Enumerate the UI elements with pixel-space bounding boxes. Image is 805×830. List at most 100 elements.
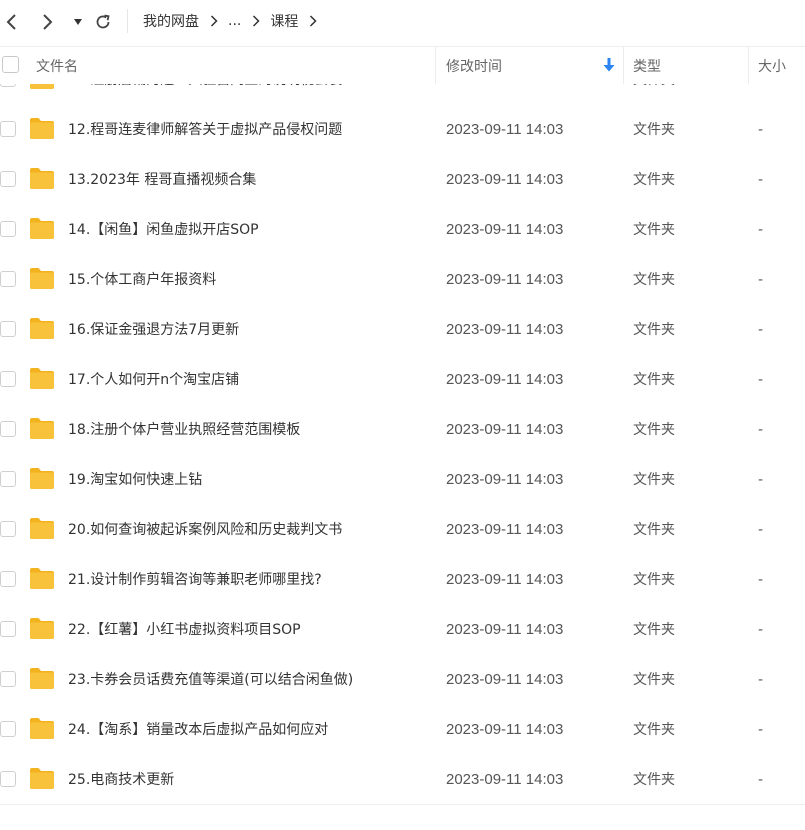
file-name[interactable]: 16.保证金强退方法7月更新 [68, 305, 239, 355]
folder-icon [30, 618, 54, 639]
file-size: - [758, 272, 764, 288]
breadcrumb-item-current[interactable]: 课程 [270, 11, 298, 31]
table-row[interactable]: 11.注册店铺为逐一入驻自闲鱼的说明视会装 2023-09-11 14:03 文件夹 [0, 84, 805, 105]
modified-time: 2023-09-11 14:03 [446, 521, 564, 538]
table-row[interactable]: 17.个人如何开n个淘宝店铺 2023-09-11 14:03 文件夹 - [0, 355, 805, 405]
row-checkbox[interactable] [0, 521, 16, 537]
breadcrumb: 我的网盘 ... 课程 [143, 11, 327, 31]
file-name[interactable]: 13.2023年 程哥直播视频合集 [68, 155, 256, 205]
sort-down-arrow-icon[interactable] [603, 58, 615, 72]
file-name[interactable]: 25.电商技术更新 [68, 755, 174, 805]
toolbar-divider [127, 9, 128, 33]
breadcrumb-item-root[interactable]: 我的网盘 [143, 11, 199, 31]
file-size: - [758, 322, 764, 338]
breadcrumb-item-ellipsis[interactable]: ... [228, 13, 241, 29]
file-name[interactable]: 17.个人如何开n个淘宝店铺 [68, 355, 239, 405]
modified-time: 2023-09-11 14:03 [446, 84, 563, 105]
folder-icon [30, 318, 54, 339]
column-header-type[interactable]: 类型 [633, 47, 661, 84]
divider [0, 804, 805, 805]
chevron-right-icon [309, 15, 317, 27]
file-size: - [758, 772, 764, 788]
row-checkbox[interactable] [0, 171, 16, 187]
file-type: 文件夹 [633, 172, 675, 188]
modified-time: 2023-09-11 14:03 [446, 771, 564, 788]
refresh-button[interactable] [92, 10, 114, 34]
column-resize-handle[interactable] [435, 47, 436, 84]
folder-icon [30, 718, 54, 739]
file-name[interactable]: 11.注册店铺为逐一入驻自闲鱼的说明视会装 [68, 84, 342, 105]
file-name[interactable]: 14.【闲鱼】闲鱼虚拟开店SOP [68, 205, 259, 255]
chevron-left-icon [6, 14, 16, 30]
table-row[interactable]: 23.卡券会员话费充值等渠道(可以结合闲鱼做) 2023-09-11 14:03 文… [0, 655, 805, 705]
table-row[interactable]: 15.个体工商户年报资料 2023-09-11 14:03 文件夹 - [0, 255, 805, 305]
forward-button[interactable] [37, 10, 59, 34]
row-checkbox[interactable] [0, 571, 16, 587]
column-header-size[interactable]: 大小 [758, 47, 786, 84]
file-name[interactable]: 21.设计制作剪辑咨询等兼职老师哪里找? [68, 555, 322, 605]
history-dropdown-button[interactable] [67, 10, 89, 34]
modified-time: 2023-09-11 14:03 [446, 221, 564, 238]
file-name[interactable]: 22.【红薯】小红书虚拟资料项目SOP [68, 605, 301, 655]
row-checkbox[interactable] [0, 84, 16, 87]
file-name[interactable]: 15.个体工商户年报资料 [68, 255, 216, 305]
row-checkbox[interactable] [0, 271, 16, 287]
file-size: - [758, 422, 764, 438]
row-checkbox[interactable] [0, 421, 16, 437]
table-row[interactable]: 13.2023年 程哥直播视频合集 2023-09-11 14:03 文件夹 - [0, 155, 805, 205]
row-checkbox[interactable] [0, 721, 16, 737]
chevron-right-icon [43, 14, 53, 30]
back-button[interactable] [0, 10, 22, 34]
file-name[interactable]: 24.【淘系】销量改本后虚拟产品如何应对 [68, 705, 328, 755]
table-row[interactable]: 22.【红薯】小红书虚拟资料项目SOP 2023-09-11 14:03 文件夹 - [0, 605, 805, 655]
table-row[interactable]: 20.如何查询被起诉案例风险和历史裁判文书 2023-09-11 14:03 文件夹… [0, 505, 805, 555]
table-row[interactable]: 24.【淘系】销量改本后虚拟产品如何应对 2023-09-11 14:03 文件夹 - [0, 705, 805, 755]
table-row[interactable]: 19.淘宝如何快速上钻 2023-09-11 14:03 文件夹 - [0, 455, 805, 505]
file-name[interactable]: 18.注册个体户营业执照经营范围模板 [68, 405, 300, 455]
file-size: - [758, 572, 764, 588]
folder-icon [30, 418, 54, 439]
file-type: 文件夹 [633, 722, 675, 738]
column-header-modified[interactable]: 修改时间 [446, 47, 502, 84]
row-checkbox[interactable] [0, 371, 16, 387]
file-type: 文件夹 [633, 372, 675, 388]
modified-time: 2023-09-11 14:03 [446, 721, 564, 738]
table-row[interactable]: 12.程哥连麦律师解答关于虚拟产品侵权问题 2023-09-11 14:03 文件夹… [0, 105, 805, 155]
row-checkbox[interactable] [0, 471, 16, 487]
folder-icon [30, 118, 54, 139]
column-resize-handle[interactable] [623, 47, 624, 84]
folder-icon [30, 268, 54, 289]
folder-icon [30, 668, 54, 689]
row-checkbox[interactable] [0, 321, 16, 337]
file-type: 文件夹 [633, 472, 675, 488]
file-name[interactable]: 20.如何查询被起诉案例风险和历史裁判文书 [68, 505, 342, 555]
select-all-checkbox[interactable] [2, 56, 19, 73]
column-resize-handle[interactable] [748, 47, 749, 84]
file-name[interactable]: 19.淘宝如何快速上钻 [68, 455, 202, 505]
row-checkbox[interactable] [0, 121, 16, 137]
row-checkbox[interactable] [0, 671, 16, 687]
file-size: - [758, 672, 764, 688]
file-type: 文件夹 [633, 672, 675, 688]
file-size: - [758, 222, 764, 238]
file-name[interactable]: 23.卡券会员话费充值等渠道(可以结合闲鱼做) [68, 655, 353, 705]
table-row[interactable]: 18.注册个体户营业执照经营范围模板 2023-09-11 14:03 文件夹 - [0, 405, 805, 455]
file-name[interactable]: 12.程哥连麦律师解答关于虚拟产品侵权问题 [68, 105, 342, 155]
file-size: - [758, 622, 764, 638]
table-row[interactable]: 21.设计制作剪辑咨询等兼职老师哪里找? 2023-09-11 14:03 文件夹 - [0, 555, 805, 605]
row-checkbox[interactable] [0, 771, 16, 787]
file-list: 11.注册店铺为逐一入驻自闲鱼的说明视会装 2023-09-11 14:03 文件夹… [0, 84, 805, 805]
table-row[interactable]: 14.【闲鱼】闲鱼虚拟开店SOP 2023-09-11 14:03 文件夹 - [0, 205, 805, 255]
table-row[interactable]: 25.电商技术更新 2023-09-11 14:03 文件夹 - [0, 755, 805, 805]
file-type: 文件夹 [633, 622, 675, 638]
table-row[interactable]: 16.保证金强退方法7月更新 2023-09-11 14:03 文件夹 - [0, 305, 805, 355]
modified-time: 2023-09-11 14:03 [446, 321, 564, 338]
file-size: - [758, 722, 764, 738]
row-checkbox[interactable] [0, 221, 16, 237]
column-header-name[interactable]: 文件名 [36, 47, 78, 84]
modified-time: 2023-09-11 14:03 [446, 121, 564, 138]
row-checkbox[interactable] [0, 621, 16, 637]
modified-time: 2023-09-11 14:03 [446, 471, 564, 488]
caret-down-icon [74, 19, 82, 25]
file-size: - [758, 372, 764, 388]
